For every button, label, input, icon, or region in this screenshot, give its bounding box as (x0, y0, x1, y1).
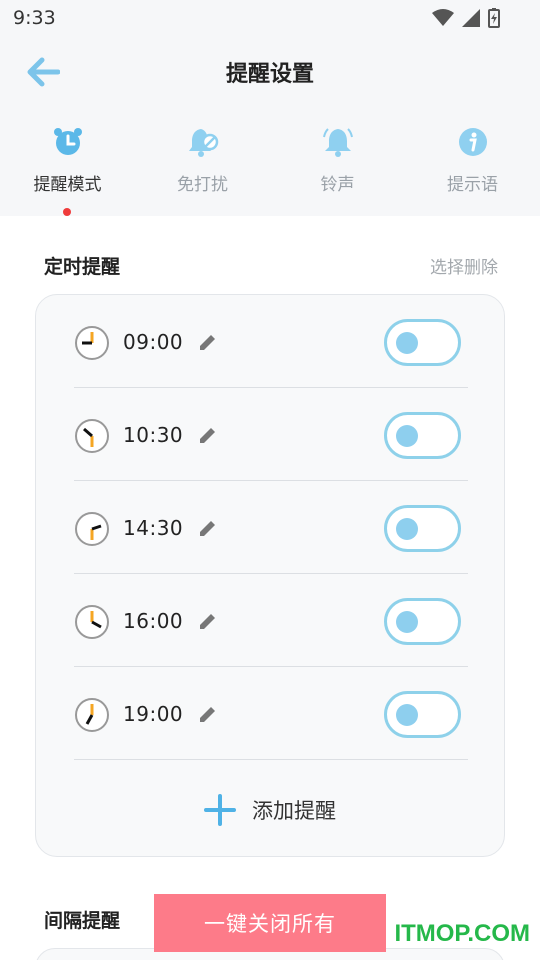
tab-label: 铃声 (320, 175, 355, 195)
reminder-row[interactable]: 14:30 (74, 481, 468, 574)
add-reminder-label: 添加提醒 (252, 799, 336, 823)
signal-icon (462, 9, 480, 27)
toggle-knob (396, 425, 418, 447)
clock-icon (75, 512, 109, 546)
select-delete-button[interactable]: 选择删除 (430, 253, 498, 278)
content-panel: 定时提醒 选择删除 09:00 10:30 14:30 16:00 19:00 … (0, 216, 540, 960)
tab-label: 提示语 (447, 175, 498, 195)
timed-reminder-card: 09:00 10:30 14:30 16:00 19:00 添加提醒 (35, 294, 505, 857)
timed-section-title: 定时提醒 (44, 256, 121, 278)
clock-icon (75, 698, 109, 732)
reminder-time: 16:00 (123, 609, 184, 633)
reminder-row[interactable]: 10:30 (74, 388, 468, 481)
reminder-time: 19:00 (123, 702, 184, 726)
reminder-time: 10:30 (123, 423, 184, 447)
pencil-icon[interactable] (197, 703, 219, 725)
tab-label: 提醒模式 (33, 175, 102, 195)
tab-do-not-disturb[interactable]: 免打扰 (135, 124, 270, 216)
active-tab-indicator (63, 208, 71, 216)
reminder-time: 09:00 (123, 330, 184, 354)
info-icon (456, 124, 490, 160)
reminder-toggle[interactable] (384, 319, 461, 366)
pencil-icon[interactable] (197, 610, 219, 632)
mode-tabs: 提醒模式 免打扰 铃声 提示语 (0, 124, 540, 216)
pencil-icon[interactable] (197, 517, 219, 539)
status-icons (432, 8, 500, 28)
app-bar: 提醒设置 (0, 44, 540, 100)
battery-icon (488, 8, 500, 28)
reminder-toggle[interactable] (384, 412, 461, 459)
reminder-toggle[interactable] (384, 598, 461, 645)
toggle-knob (396, 704, 418, 726)
pencil-icon[interactable] (197, 424, 219, 446)
toggle-knob (396, 332, 418, 354)
toggle-knob (396, 611, 418, 633)
watermark: ITMOP.COM (394, 920, 530, 947)
bell-icon (321, 124, 355, 160)
interval-section-title: 间隔提醒 (44, 910, 121, 932)
alarm-clock-icon (51, 124, 85, 160)
clock-icon (75, 605, 109, 639)
status-bar: 9:33 (0, 0, 540, 36)
close-all-button[interactable]: 一键关闭所有 (154, 894, 386, 952)
tab-ringtone[interactable]: 铃声 (270, 124, 405, 216)
reminder-row[interactable]: 09:00 (74, 295, 468, 388)
tab-reminder-mode[interactable]: 提醒模式 (0, 124, 135, 216)
tab-prompt-text[interactable]: 提示语 (405, 124, 540, 216)
bell-off-icon (186, 124, 220, 160)
reminder-toggle[interactable] (384, 505, 461, 552)
reminder-toggle[interactable] (384, 691, 461, 738)
reminder-row[interactable]: 19:00 (74, 667, 468, 760)
clock-icon (75, 419, 109, 453)
reminder-row[interactable]: 16:00 (74, 574, 468, 667)
status-time: 9:33 (13, 7, 56, 29)
pencil-icon[interactable] (197, 331, 219, 353)
add-reminder-button[interactable]: 添加提醒 (36, 780, 504, 840)
tab-label: 免打扰 (177, 175, 228, 195)
toggle-knob (396, 518, 418, 540)
wifi-icon (432, 9, 454, 26)
clock-icon (75, 326, 109, 360)
plus-icon (204, 794, 236, 826)
page-title: 提醒设置 (225, 62, 314, 87)
reminder-time: 14:30 (123, 516, 184, 540)
